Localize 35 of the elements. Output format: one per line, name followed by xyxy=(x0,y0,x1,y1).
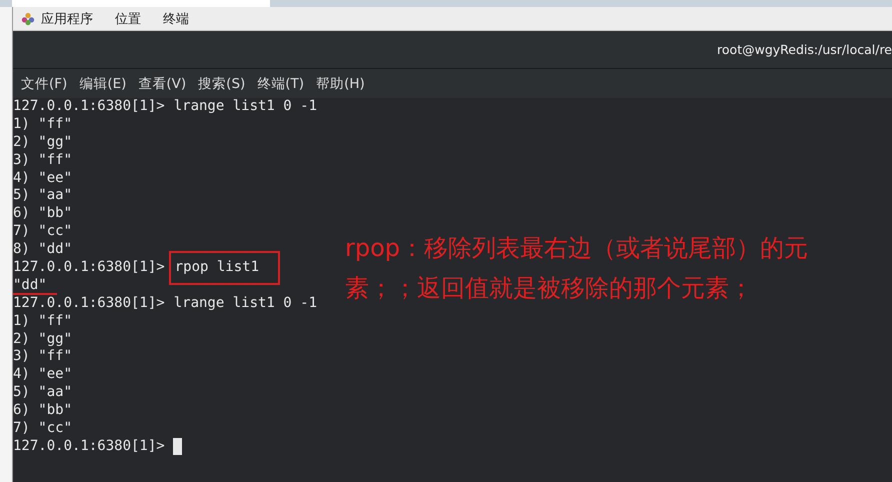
output-text: 4) "ee" xyxy=(13,366,72,384)
output-text: 1) "ff" xyxy=(13,312,72,331)
annotation-text: rpop：移除列表最右边（或者说尾部）的元素；；返回值就是被移除的那个元素； xyxy=(345,233,810,304)
menu-item[interactable]: 文件(F) xyxy=(21,74,68,92)
output-text: 7) "cc" xyxy=(13,223,72,242)
output-text: 6) "bb" xyxy=(13,205,72,224)
output-text: 7) "cc" xyxy=(13,420,72,438)
menu-item[interactable]: 搜索(S) xyxy=(198,74,246,92)
app-menu-icon[interactable] xyxy=(21,12,35,26)
menu-item[interactable]: 编辑(E) xyxy=(79,74,126,92)
output-text: 2) "gg" xyxy=(13,330,72,348)
output-text: 3) "ff" xyxy=(13,348,72,366)
output-text: "dd" xyxy=(13,276,57,295)
menu-item[interactable]: 查看(V) xyxy=(138,74,186,92)
output-text: 4) "ee" xyxy=(13,170,72,188)
prompt-text: 127.0.0.1:6380[1]> xyxy=(13,294,165,313)
prompt-text: 127.0.0.1:6380[1]> xyxy=(13,259,165,277)
panel-menu-item[interactable]: 应用程序 xyxy=(41,10,93,28)
output-text: 1) "ff" xyxy=(13,116,72,134)
output-text: 3) "ff" xyxy=(13,152,72,170)
output-text: 8) "dd" xyxy=(13,241,72,260)
window-title: root@wgyRedis:/usr/local/re xyxy=(717,42,892,57)
command-text: lrange list1 0 -1 xyxy=(172,98,318,116)
panel-menu-item[interactable]: 位置 xyxy=(115,10,141,28)
menu-item[interactable]: 终端(T) xyxy=(257,74,304,92)
output-text: 5) "aa" xyxy=(13,187,72,206)
menu-item[interactable]: 帮助(H) xyxy=(316,74,365,92)
panel-menu-item[interactable]: 终端 xyxy=(163,10,189,28)
prompt-text: 127.0.0.1:6380[1]> xyxy=(13,98,165,116)
command-text: lrange list1 0 -1 xyxy=(172,294,318,313)
command-text: rpop list1 xyxy=(174,259,260,276)
output-text: 5) "aa" xyxy=(13,384,72,402)
output-text: 6) "bb" xyxy=(13,402,72,420)
output-text: 2) "gg" xyxy=(13,134,72,152)
prompt-text: 127.0.0.1:6380[1]> xyxy=(13,438,165,456)
